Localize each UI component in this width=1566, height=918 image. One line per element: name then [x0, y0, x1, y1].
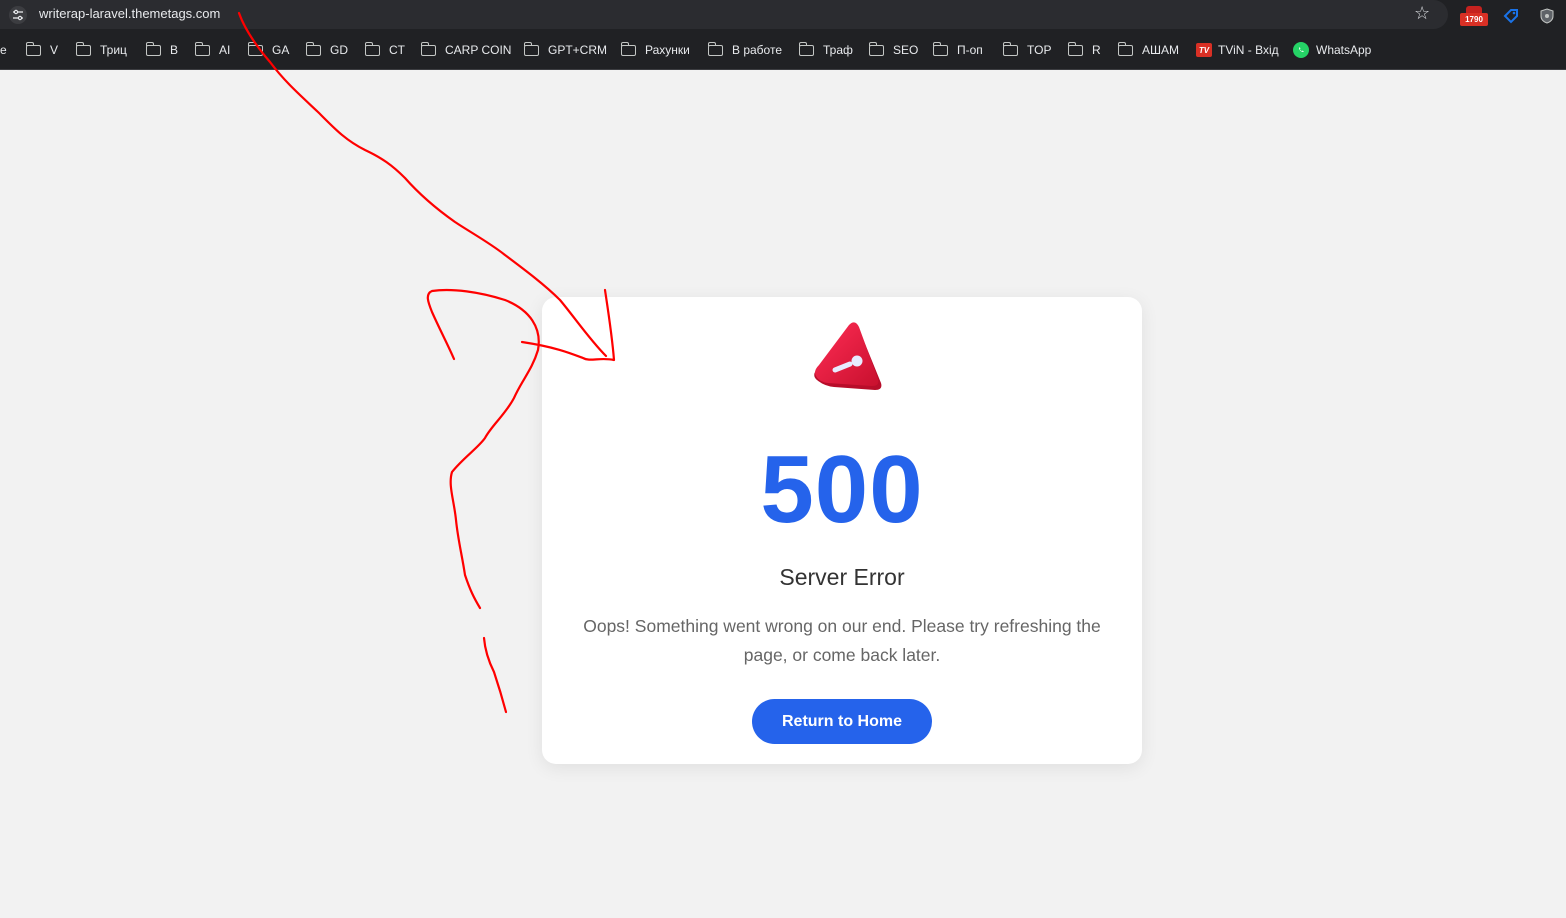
- folder-icon: [1002, 41, 1018, 56]
- folder-icon: [1117, 41, 1133, 56]
- address-bar[interactable]: writerap-laravel.themetags.com ☆: [0, 0, 1448, 29]
- bookmarks-bar: е V Триц B AI GA GD CT CARP COIN GPT+CRM…: [0, 30, 1566, 70]
- bookmark-partial[interactable]: е: [0, 41, 7, 59]
- bookmark-folder-traf[interactable]: Траф: [798, 41, 853, 59]
- site-info-icon[interactable]: [9, 6, 27, 24]
- error-message: Oops! Something went wrong on our end. P…: [583, 616, 1101, 665]
- folder-icon: [75, 41, 91, 56]
- bookmark-folder-gd[interactable]: GD: [305, 41, 348, 59]
- error-card: 500 Server Error Oops! Something went wr…: [542, 297, 1142, 764]
- bookmark-folder-ct[interactable]: CT: [364, 41, 405, 59]
- folder-icon: [523, 41, 539, 56]
- bookmark-folder-top[interactable]: TOP: [1002, 41, 1051, 59]
- folder-icon: [620, 41, 636, 56]
- folder-icon: [707, 41, 723, 56]
- bookmark-folder-v-rabote[interactable]: В работе: [707, 41, 782, 59]
- error-title: Server Error: [779, 564, 905, 590]
- bookmark-folder-r[interactable]: R: [1067, 41, 1101, 59]
- bookmark-folder-tryts[interactable]: Триц: [75, 41, 127, 59]
- bookmark-folder-ai[interactable]: AI: [194, 41, 230, 59]
- folder-icon: [145, 41, 161, 56]
- extension-badge-count: 1790: [1460, 13, 1488, 26]
- bookmark-folder-ga[interactable]: GA: [247, 41, 289, 59]
- bookmark-folder-b[interactable]: B: [145, 41, 178, 59]
- folder-icon: [194, 41, 210, 56]
- folder-icon: [868, 41, 884, 56]
- whatsapp-icon: [1293, 42, 1309, 58]
- bookmark-folder-seo[interactable]: SEO: [868, 41, 918, 59]
- warning-triangle-icon: [806, 309, 890, 391]
- extension-tag-icon[interactable]: [1501, 5, 1521, 27]
- folder-icon: [798, 41, 814, 56]
- folder-icon: [1067, 41, 1083, 56]
- bookmark-folder-rakhunky[interactable]: Рахунки: [620, 41, 690, 59]
- return-home-button[interactable]: Return to Home: [752, 699, 932, 744]
- bookmark-folder-p-op[interactable]: П-оп: [932, 41, 983, 59]
- folder-icon: [420, 41, 436, 56]
- bookmark-star-icon[interactable]: ☆: [1414, 3, 1430, 23]
- folder-icon: [364, 41, 380, 56]
- bookmark-whatsapp[interactable]: WhatsApp: [1293, 41, 1371, 59]
- bookmark-folder-gpt-crm[interactable]: GPT+CRM: [523, 41, 607, 59]
- browser-toolbar: writerap-laravel.themetags.com ☆ 1790: [0, 0, 1566, 30]
- folder-icon: [25, 41, 41, 56]
- bookmark-tvin[interactable]: TV TViN - Вхід: [1196, 41, 1279, 59]
- extension-gift-icon[interactable]: 1790: [1460, 6, 1488, 26]
- bookmark-folder-asham[interactable]: АШАМ: [1117, 41, 1179, 59]
- folder-icon: [932, 41, 948, 56]
- folder-icon: [305, 41, 321, 56]
- error-code: 500: [760, 436, 924, 543]
- bookmark-folder-v[interactable]: V: [25, 41, 58, 59]
- tvin-icon: TV: [1196, 43, 1212, 57]
- url-text[interactable]: writerap-laravel.themetags.com: [39, 6, 220, 22]
- bookmark-folder-carp-coin[interactable]: CARP COIN: [420, 41, 511, 59]
- extension-shield-icon[interactable]: [1537, 5, 1557, 27]
- folder-icon: [247, 41, 263, 56]
